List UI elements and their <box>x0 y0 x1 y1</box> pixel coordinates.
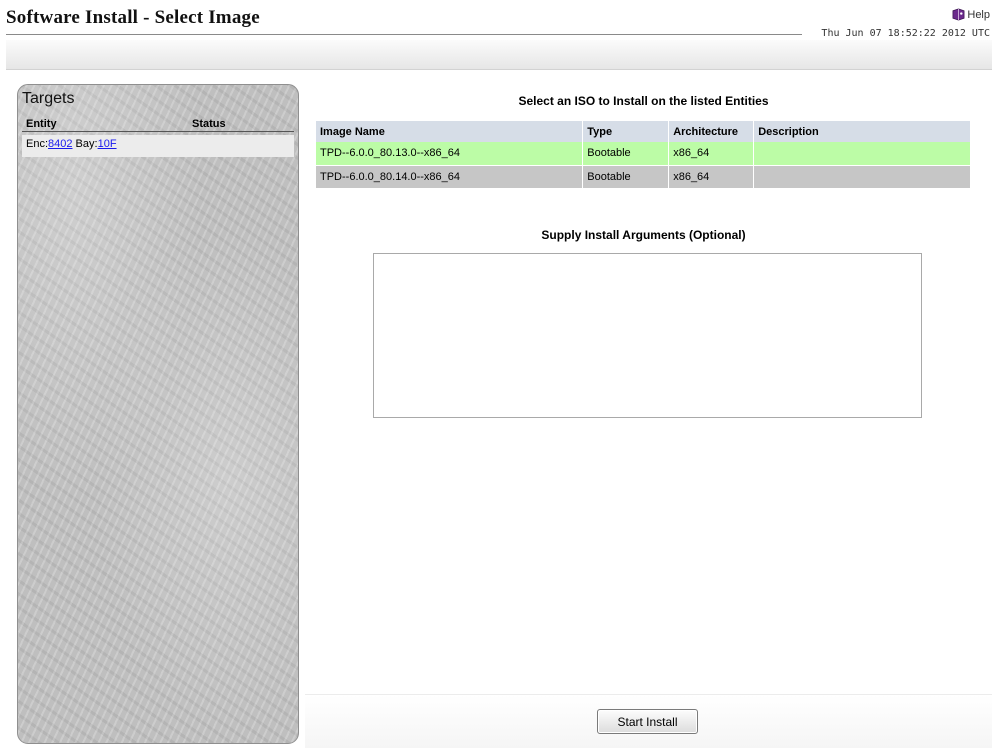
enc-link[interactable]: 8402 <box>48 138 72 150</box>
target-row: Enc:8402 Bay:10F <box>22 135 294 157</box>
iso-select-heading: Select an ISO to Install on the listed E… <box>518 94 769 108</box>
iso-row-selected[interactable]: TPD--6.0.0_80.13.0--x86_64 Bootable x86_… <box>316 142 971 166</box>
help-link[interactable]: Help <box>952 8 990 21</box>
targets-title: Targets <box>22 90 75 107</box>
column-header-image-name[interactable]: Image Name <box>316 121 584 142</box>
type-cell: Bootable <box>582 142 670 166</box>
install-args-heading: Supply Install Arguments (Optional) <box>541 228 746 242</box>
column-header-architecture[interactable]: Architecture <box>668 121 755 142</box>
description-cell <box>753 165 971 189</box>
column-header-description[interactable]: Description <box>753 121 971 142</box>
start-install-button[interactable]: Start Install <box>597 709 698 734</box>
install-args-input[interactable] <box>373 253 922 418</box>
timestamp: Thu Jun 07 18:52:22 2012 UTC <box>821 28 990 39</box>
iso-table-header: Image Name Type Architecture Description <box>316 121 971 142</box>
toolbar-band <box>6 40 992 70</box>
description-cell <box>753 142 971 166</box>
image-name-cell: TPD--6.0.0_80.13.0--x86_64 <box>316 142 584 166</box>
type-cell: Bootable <box>582 165 670 189</box>
iso-row[interactable]: TPD--6.0.0_80.14.0--x86_64 Bootable x86_… <box>316 165 971 189</box>
targets-table-header: Entity Status <box>22 118 294 132</box>
bay-link[interactable]: 10F <box>98 138 117 150</box>
title-divider <box>6 34 802 35</box>
iso-table: Image Name Type Architecture Description… <box>316 121 971 189</box>
column-header-status: Status <box>192 118 226 130</box>
targets-panel: Targets Entity Status Enc:8402 Bay:10F <box>17 84 299 744</box>
column-header-type[interactable]: Type <box>582 121 670 142</box>
image-name-cell: TPD--6.0.0_80.14.0--x86_64 <box>316 165 584 189</box>
help-book-icon <box>952 8 965 21</box>
column-header-entity: Entity <box>26 118 57 130</box>
architecture-cell: x86_64 <box>668 142 755 166</box>
page-title: Software Install - Select Image <box>6 7 260 28</box>
help-label: Help <box>967 8 990 21</box>
architecture-cell: x86_64 <box>668 165 755 189</box>
bay-label: Bay: <box>72 138 98 150</box>
enc-label: Enc: <box>26 138 49 150</box>
